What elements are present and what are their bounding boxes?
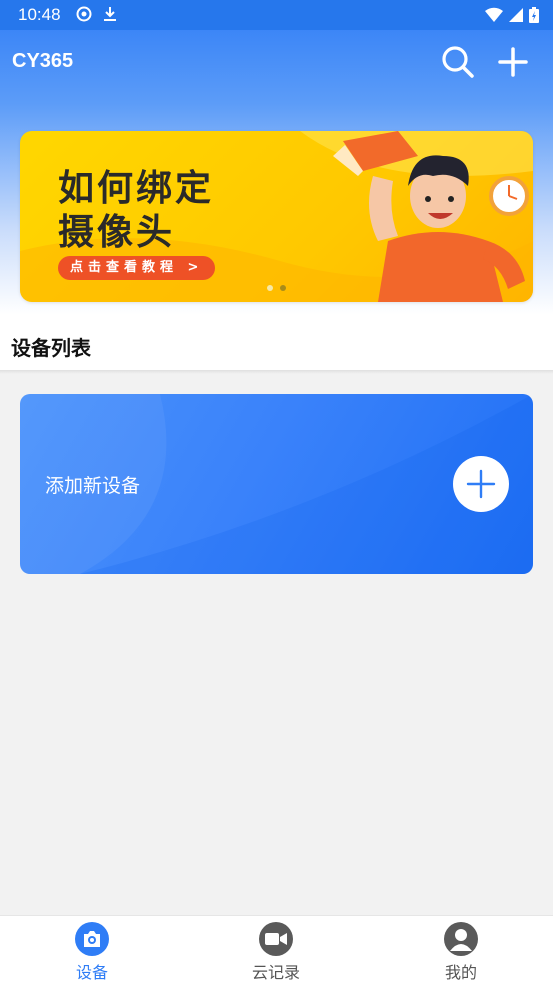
nav-label-me: 我的 <box>444 963 477 982</box>
nav-item-me[interactable]: 我的 <box>401 922 521 983</box>
app-bar: CY365 <box>0 30 553 92</box>
device-list-title: 设备列表 <box>11 336 91 360</box>
banner-dot-active[interactable] <box>280 285 286 291</box>
signal-icon <box>509 7 523 27</box>
search-button[interactable] <box>440 44 476 80</box>
banner-title-line2: 摄像头 <box>58 212 176 253</box>
video-camera-icon <box>259 922 293 956</box>
bottom-navigation: 设备 云记录 我的 <box>0 915 553 985</box>
nav-label-devices: 设备 <box>75 963 108 982</box>
wifi-icon <box>485 7 503 27</box>
status-time: 10:48 <box>18 5 61 24</box>
battery-icon <box>529 7 539 27</box>
camera-icon <box>75 922 109 956</box>
at-sign-icon <box>76 6 92 26</box>
app-title: CY365 <box>12 50 74 72</box>
nav-item-cloud-records[interactable]: 云记录 <box>216 922 336 983</box>
divider <box>0 370 553 374</box>
person-icon <box>444 922 478 956</box>
download-icon <box>102 6 118 26</box>
banner-dot[interactable] <box>267 285 273 291</box>
add-device-button[interactable] <box>453 456 509 512</box>
nav-label-cloud-records: 云记录 <box>251 963 300 982</box>
plus-icon <box>466 469 496 499</box>
cartoon-person-illustration <box>333 131 529 302</box>
device-list-header: 设备列表 <box>0 320 553 370</box>
banner-cta-button[interactable]: 点击查看教程 > <box>58 256 216 280</box>
add-button[interactable] <box>495 44 531 80</box>
status-bar: 10:48 <box>0 0 553 30</box>
add-device-label: 添加新设备 <box>45 475 141 497</box>
search-icon <box>442 46 474 78</box>
add-device-card[interactable]: 添加新设备 <box>20 394 533 574</box>
nav-item-devices[interactable]: 设备 <box>32 922 152 983</box>
plus-icon <box>498 47 528 77</box>
banner-pagination <box>267 285 286 291</box>
tutorial-banner[interactable]: 如何绑定 摄像头 点击查看教程 > <box>20 131 533 302</box>
